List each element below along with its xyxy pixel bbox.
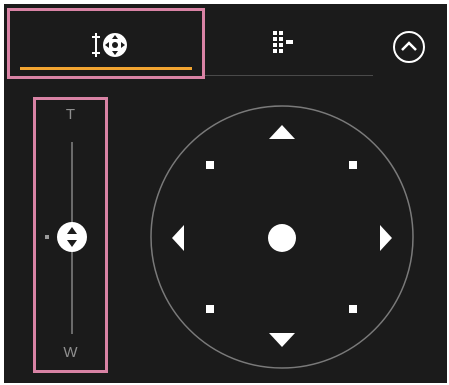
zoom-slider[interactable]: T W <box>33 97 108 373</box>
tab-divider-line <box>205 75 373 76</box>
tab-presets[interactable] <box>205 8 373 79</box>
down-arrow-icon[interactable] <box>269 333 295 347</box>
preset-grid-icon <box>273 31 293 53</box>
zoom-wide-label: W <box>63 344 78 361</box>
down-left-icon[interactable] <box>206 305 214 313</box>
left-arrow-icon[interactable] <box>172 225 184 251</box>
up-arrow-icon[interactable] <box>269 125 295 139</box>
tab-pan-tilt[interactable] <box>7 8 205 79</box>
chevron-up-circle-icon[interactable] <box>392 30 426 64</box>
zoom-knob-icon[interactable] <box>56 221 88 253</box>
zoom-position-marker <box>45 235 49 239</box>
center-dot-icon[interactable] <box>268 224 296 252</box>
right-arrow-icon[interactable] <box>380 225 392 251</box>
up-left-icon[interactable] <box>206 161 214 169</box>
up-right-icon[interactable] <box>349 161 357 169</box>
down-right-icon[interactable] <box>349 305 357 313</box>
pan-tilt-pad[interactable] <box>149 104 417 372</box>
active-tab-indicator <box>20 67 192 70</box>
zoom-tele-label: T <box>65 106 76 123</box>
pan-tilt-zoom-icon <box>92 33 127 57</box>
